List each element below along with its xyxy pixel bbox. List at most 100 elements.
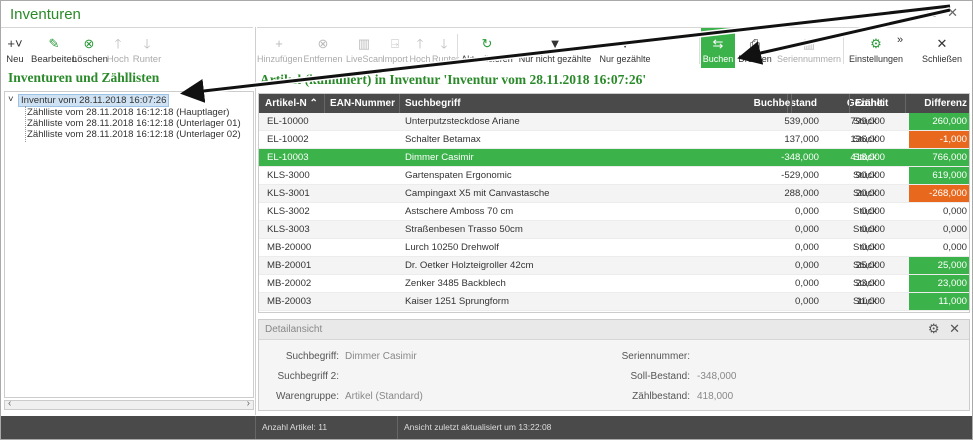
remove-button[interactable]: ⊗ Entfernen: [301, 28, 345, 68]
cell-differenz: -268,000: [909, 185, 969, 202]
cell-einheit: Stück: [853, 152, 877, 163]
up-button[interactable]: 🡑 Hoch: [105, 28, 131, 68]
table-row[interactable]: KLS-3003 Straßenbesen Trasso 50cm 0,000 0,0…: [259, 221, 969, 239]
cell-artikel: MB-20001: [267, 260, 312, 271]
more-icon[interactable]: »: [897, 34, 903, 46]
left-toolbar: +˅ Neu ✎ Bearbeiten ⊗ Löschen 🡑 Hoch 🡓 Runter: [1, 27, 253, 69]
cell-buchbestand: 0,000: [794, 242, 819, 253]
close-button[interactable]: ✕ Schließen: [911, 28, 973, 68]
serial-numbers-button[interactable]: ▥ Seriennummern: [777, 28, 841, 68]
cell-ean: [330, 149, 402, 166]
import-button[interactable]: ⍈ Import: [381, 28, 409, 68]
print-button[interactable]: ⎙ Drucken: [736, 28, 774, 68]
column-divider: [849, 94, 850, 113]
table-row[interactable]: EL-10000 Unterputzsteckdose Ariane 539,000…: [259, 113, 969, 131]
toolbar-label: Seriennummern: [777, 54, 842, 64]
cell-differenz: 23,000: [909, 275, 969, 292]
barcode-icon: ▥: [357, 36, 371, 51]
cell-buchbestand: 137,000: [784, 134, 819, 145]
cell-buchbestand: 288,000: [784, 188, 819, 199]
cell-suchbegriff: Astschere Amboss 70 cm: [405, 206, 514, 217]
cell-suchbegriff: Schalter Betamax: [405, 134, 481, 145]
filter-icon: ▼: [618, 36, 632, 51]
window-controls[interactable]: □ ✕: [928, 5, 962, 21]
label-soll-bestand: Soll-Bestand:: [630, 371, 690, 382]
toolbar-label: Einstellungen: [848, 54, 904, 64]
table-row[interactable]: MB-20003 Kaiser 1251 Sprungform 0,000 11,00…: [259, 293, 969, 311]
down-button[interactable]: 🡓 Runter: [131, 28, 163, 68]
window-title: Inventuren: [10, 6, 81, 23]
arrow-up-icon: 🡑: [416, 36, 424, 51]
table-row[interactable]: KLS-3002 Astschere Amboss 70 cm 0,000 0,000…: [259, 203, 969, 221]
down-button[interactable]: 🡓 Runter: [432, 28, 460, 68]
tree-item-count-list[interactable]: Zählliste vom 28.11.2018 16:12:18 (Unter…: [27, 118, 241, 129]
toolbar-label: Schließen: [921, 54, 963, 64]
close-icon: ✕: [936, 36, 948, 51]
add-button[interactable]: + Hinzufügen: [257, 28, 303, 68]
toolbar-label: Hinzufügen: [257, 54, 303, 64]
status-bar: Anzahl Artikel: 11 Ansicht zuletzt aktua…: [1, 416, 972, 439]
detail-controls[interactable]: ⚙ ✕: [928, 319, 963, 339]
label-seriennummer: Seriennummer:: [621, 351, 690, 362]
status-article-count: Anzahl Artikel: 11: [262, 422, 328, 432]
cell-artikel: KLS-3002: [267, 206, 310, 217]
table-row[interactable]: EL-10003 Dimmer Casimir -348,000 418,000 Stü…: [259, 149, 969, 167]
cell-differenz: 0,000: [942, 242, 967, 253]
cell-buchbestand: 0,000: [794, 296, 819, 307]
livescan-button[interactable]: ▥ LiveScan: [346, 28, 384, 68]
column-header-ean[interactable]: EAN-Nummer: [330, 94, 402, 113]
arrow-down-icon: 🡓: [143, 36, 151, 51]
table-row[interactable]: MB-20001 Dr. Oetker Holzteigroller 42cm 0,…: [259, 257, 969, 275]
table-row[interactable]: EL-10002 Schalter Betamax 137,000 136,000 St…: [259, 131, 969, 149]
cell-differenz: 25,000: [909, 257, 969, 274]
cell-ean: [330, 293, 402, 310]
status-last-updated: Ansicht zuletzt aktualisiert um 13:22:08: [404, 422, 552, 432]
toolbar-label: Bearbeiten: [31, 54, 77, 65]
tree-item-count-list[interactable]: Zählliste vom 28.11.2018 16:12:18 (Unter…: [27, 129, 241, 140]
column-header-einheit[interactable]: Einheit: [855, 94, 905, 113]
sort-asc-icon: ⌃: [309, 98, 318, 109]
table-row[interactable]: MB-20000 Lurch 10250 Drehwolf 0,000 0,000 St…: [259, 239, 969, 257]
toolbar-label: Runter: [432, 54, 460, 64]
cell-differenz: 0,000: [942, 224, 967, 235]
detail-header: Detailansicht ⚙ ✕: [259, 320, 969, 340]
new-button[interactable]: +˅ Neu: [4, 28, 26, 68]
cell-einheit: Stück: [853, 260, 877, 271]
cell-ean: [330, 113, 402, 130]
tree-expand-icon[interactable]: ˅: [8, 94, 14, 105]
cell-suchbegriff: Kaiser 1251 Sprungform: [405, 296, 509, 307]
cell-artikel: KLS-3001: [267, 188, 310, 199]
toolbar-label: Löschen: [72, 54, 108, 65]
cell-artikel: MB-20000: [267, 242, 312, 253]
filter-not-counted-button[interactable]: ▼ Nur nicht gezählte: [515, 28, 595, 68]
arrow-down-icon: 🡓: [440, 36, 448, 51]
cell-buchbestand: -348,000: [781, 152, 819, 163]
column-divider: [791, 94, 792, 113]
cell-differenz: -1,000: [909, 131, 969, 148]
table-row[interactable]: KLS-3001 Campingaxt X5 mit Canvastasche 28…: [259, 185, 969, 203]
cell-suchbegriff: Dr. Oetker Holzteigroller 42cm: [405, 260, 534, 271]
status-divider: [397, 416, 398, 439]
book-button[interactable]: ⇆ Buchen: [701, 28, 735, 68]
table-row[interactable]: KLS-3000 Gartenspaten Ergonomic -529,000 90…: [259, 167, 969, 185]
scroll-left-icon[interactable]: ‹: [8, 398, 11, 409]
filter-counted-button[interactable]: ▼ Nur gezählte: [597, 28, 653, 68]
toolbar-label: LiveScan: [346, 54, 384, 64]
delete-button[interactable]: ⊗ Löschen: [72, 28, 108, 68]
refresh-button[interactable]: ↻ Aktualisieren: [459, 28, 515, 68]
detail-title: Detailansicht: [265, 324, 323, 335]
cell-artikel: KLS-3003: [267, 224, 310, 235]
up-button[interactable]: 🡑 Hoch: [409, 28, 431, 68]
column-header-buchbestand[interactable]: Buchbestand: [689, 94, 817, 113]
cell-artikel: MB-20002: [267, 278, 312, 289]
column-divider: [324, 94, 325, 113]
cell-artikel: EL-10002: [267, 134, 309, 145]
value-zaehlbestand: 418,000: [697, 391, 734, 402]
toolbar-label: Neu: [6, 54, 24, 65]
table-row[interactable]: MB-20002 Zenker 3485 Backblech 0,000 23,000…: [259, 275, 969, 293]
tree-item-count-list[interactable]: Zählliste vom 28.11.2018 16:12:18 (Haupt…: [27, 107, 229, 118]
column-header-differenz[interactable]: Differenz: [909, 94, 969, 113]
column-header-suchbegriff[interactable]: Suchbegriff: [405, 94, 685, 113]
cell-buchbestand: 539,000: [784, 116, 819, 127]
cell-einheit: Stück: [853, 170, 877, 181]
